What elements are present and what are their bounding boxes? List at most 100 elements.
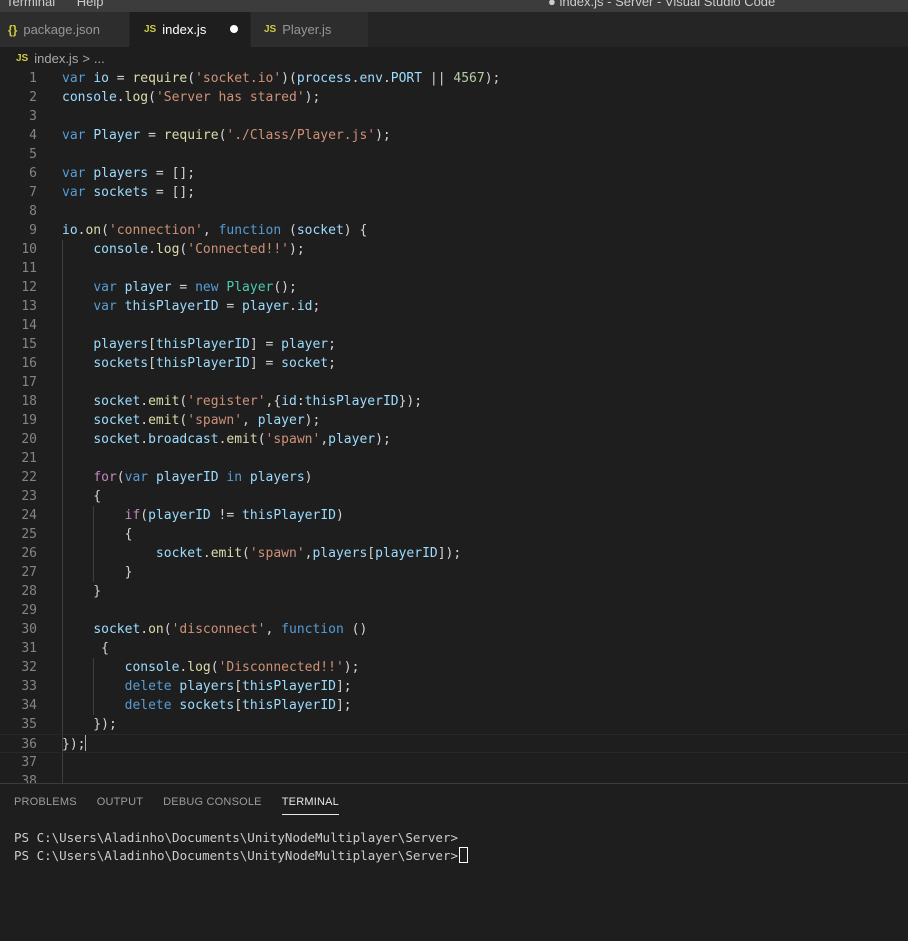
- code-token: ;: [312, 299, 321, 314]
- code-token: thisPlayerID: [124, 299, 219, 314]
- unsaved-dot-icon[interactable]: [230, 25, 238, 33]
- code-line[interactable]: 8: [0, 202, 908, 221]
- code-line[interactable]: 36});: [0, 734, 908, 753]
- code-line[interactable]: 30 socket.on('disconnect', function (): [0, 620, 908, 639]
- code-line[interactable]: 14: [0, 316, 908, 335]
- code-line[interactable]: 4 var Player = require('./Class/Player.js…: [0, 126, 908, 145]
- code-line[interactable]: 22 for(var playerID in players): [0, 468, 908, 487]
- code-line[interactable]: 16 sockets[thisPlayerID] = socket;: [0, 354, 908, 373]
- code-line[interactable]: 9 io.on('connection', function (socket) {: [0, 221, 908, 240]
- code-line[interactable]: 5: [0, 145, 908, 164]
- code-token: on: [148, 622, 164, 637]
- tab-debug-console[interactable]: DEBUG CONSOLE: [163, 796, 262, 815]
- code-line[interactable]: 31 {: [0, 639, 908, 658]
- breadcrumb-more[interactable]: ...: [94, 51, 105, 66]
- code-line[interactable]: 1 var io = require('socket.io')(process.e…: [0, 69, 908, 88]
- code-line[interactable]: 2 console.log('Server has stared');: [0, 88, 908, 107]
- breadcrumb-file[interactable]: index.js: [34, 51, 78, 66]
- code-line[interactable]: 29: [0, 601, 908, 620]
- code-line[interactable]: 23 {: [0, 487, 908, 506]
- code-token: (: [281, 223, 297, 238]
- line-number: 17: [21, 375, 37, 390]
- code-token: function: [281, 622, 344, 637]
- code-token: (: [148, 90, 156, 105]
- code-token: emit: [148, 413, 180, 428]
- code-line[interactable]: 27 }: [0, 563, 908, 582]
- code-token: thisPlayerID: [242, 679, 336, 694]
- code-token: ();: [273, 280, 297, 295]
- code-token: (: [163, 622, 172, 637]
- line-number: 16: [21, 356, 37, 371]
- line-number: 14: [21, 318, 37, 333]
- code-line[interactable]: 37: [0, 753, 908, 772]
- code-token: );: [343, 660, 360, 675]
- code-line[interactable]: 35 });: [0, 715, 908, 734]
- tab-player-js[interactable]: JS Player.js: [251, 12, 368, 47]
- code-line[interactable]: 18 socket.emit('register',{id:thisPlayer…: [0, 392, 908, 411]
- line-number: 32: [21, 660, 37, 675]
- code-editor[interactable]: 1 var io = require('socket.io')(process.e…: [0, 69, 908, 783]
- code-token: );: [375, 128, 391, 143]
- code-token: [: [367, 546, 376, 561]
- code-line[interactable]: 21: [0, 449, 908, 468]
- line-number: 30: [21, 622, 37, 637]
- code-line[interactable]: 15 players[thisPlayerID] = player;: [0, 335, 908, 354]
- code-line[interactable]: 12 var player = new Player();: [0, 278, 908, 297]
- tab-terminal[interactable]: TERMINAL: [281, 796, 339, 815]
- line-number: 19: [21, 413, 37, 428]
- code-line[interactable]: 26 socket.emit('spawn',players[playerID]…: [0, 544, 908, 563]
- code-line[interactable]: 24 if(playerID != thisPlayerID): [0, 506, 908, 525]
- terminal-prompt: PS C:\Users\Aladinho\Documents\UnityNode…: [14, 848, 459, 863]
- menu-item-terminal[interactable]: Terminal: [6, 0, 55, 9]
- tab-output[interactable]: OUTPUT: [97, 796, 143, 815]
- terminal-output[interactable]: PS C:\Users\Aladinho\Documents\UnityNode…: [14, 829, 469, 865]
- code-token: log: [124, 90, 149, 105]
- code-line[interactable]: 3: [0, 107, 908, 126]
- code-line[interactable]: 25 {: [0, 525, 908, 544]
- code-line[interactable]: 28 }: [0, 582, 908, 601]
- code-line[interactable]: 13 var thisPlayerID = player.id;: [0, 297, 908, 316]
- code-token: require: [132, 71, 188, 86]
- code-line[interactable]: 32 console.log('Disconnected!!');: [0, 658, 908, 677]
- tab-label: package.json: [23, 22, 100, 37]
- menu-item-help[interactable]: Help: [77, 0, 104, 9]
- code-token: 'disconnect': [171, 622, 266, 637]
- code-line[interactable]: 17: [0, 373, 908, 392]
- tab-package-json[interactable]: {} package.json: [0, 12, 129, 47]
- code-line[interactable]: 38: [0, 772, 908, 783]
- code-token: (: [140, 508, 149, 523]
- code-line[interactable]: 33 delete players[thisPlayerID];: [0, 677, 908, 696]
- tab-label: index.js: [162, 22, 207, 37]
- code-text: delete players[thisPlayerID];: [62, 677, 352, 696]
- code-token: delete: [124, 679, 180, 694]
- code-token: });: [62, 717, 117, 732]
- code-text: console.log('Server has stared');: [62, 88, 320, 107]
- code-line[interactable]: 7 var sockets = [];: [0, 183, 908, 202]
- code-token: for: [93, 470, 117, 485]
- code-line[interactable]: 20 socket.broadcast.emit('spawn',player)…: [0, 430, 908, 449]
- tab-label: Player.js: [282, 22, 332, 37]
- code-token: [: [234, 698, 243, 713]
- code-token: new: [195, 280, 227, 295]
- code-line[interactable]: 19 socket.emit('spawn', player);: [0, 411, 908, 430]
- line-number: 31: [21, 641, 37, 656]
- code-line[interactable]: 6 var players = [];: [0, 164, 908, 183]
- code-line[interactable]: 11: [0, 259, 908, 278]
- tab-problems[interactable]: PROBLEMS: [14, 796, 77, 815]
- code-line[interactable]: 10 console.log('Connected!!');: [0, 240, 908, 259]
- code-line[interactable]: 34 delete sockets[thisPlayerID];: [0, 696, 908, 715]
- code-token: id: [281, 394, 297, 409]
- bottom-panel: PROBLEMS OUTPUT DEBUG CONSOLE TERMINAL P…: [0, 783, 908, 941]
- line-number: 24: [21, 508, 37, 523]
- code-token: ]);: [437, 546, 462, 561]
- tab-index-js[interactable]: JS index.js: [130, 12, 250, 47]
- code-token: PORT: [390, 71, 423, 86]
- line-number: 1: [29, 71, 37, 86]
- code-token: var: [62, 128, 94, 143]
- code-token: ,: [202, 223, 219, 238]
- code-token: ,: [242, 413, 258, 428]
- code-token: .: [140, 413, 149, 428]
